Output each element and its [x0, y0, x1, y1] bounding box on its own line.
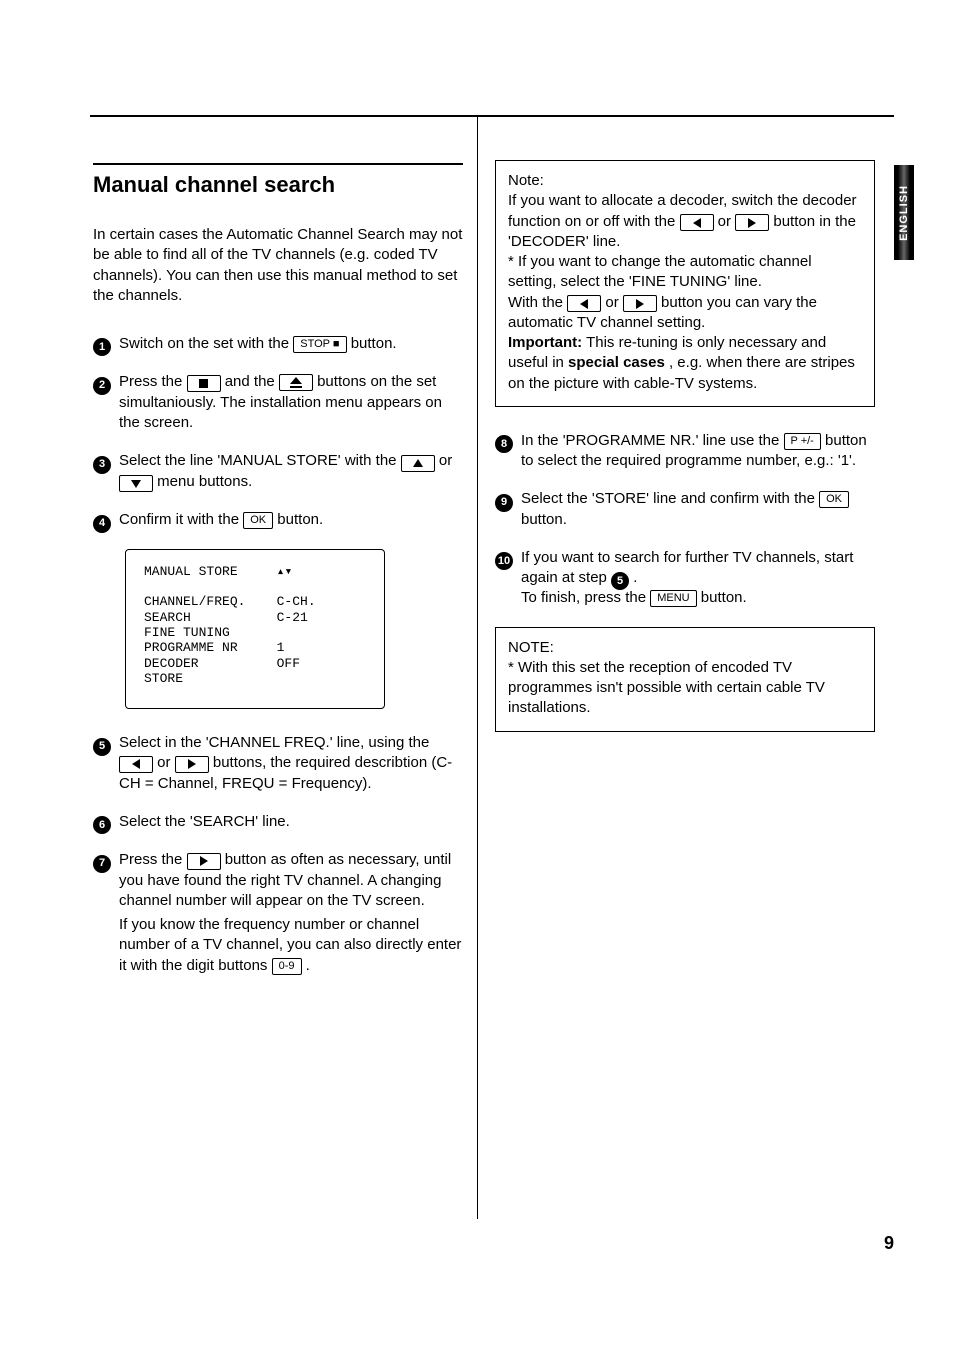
step-number-2: 2 — [93, 377, 111, 395]
top-rule — [90, 115, 894, 117]
step-4-text-b: button. — [277, 511, 323, 528]
eject-icon — [279, 374, 313, 391]
step-3: 3 Select the line 'MANUAL STORE' with th… — [93, 451, 463, 492]
step-2: 2 Press the and the buttons on the set s… — [93, 372, 463, 433]
down-arrow-icon — [119, 475, 153, 492]
step-2-text-b: and the — [225, 373, 279, 390]
step-7-text-d: . — [306, 957, 310, 974]
right-column: Note: If you want to allocate a decoder,… — [495, 160, 875, 756]
right-arrow-icon-3 — [735, 214, 769, 231]
note2-title: NOTE: — [508, 638, 862, 658]
up-arrow-icon — [401, 455, 435, 472]
note1-title: Note: — [508, 171, 862, 191]
step-number-9: 9 — [495, 494, 513, 512]
step-5: 5 Select in the 'CHANNEL FREQ.' line, us… — [93, 733, 463, 794]
page: Manual channel search In certain cases t… — [0, 0, 954, 1349]
step-1: 1 Switch on the set with the STOP ■ butt… — [93, 334, 463, 354]
step-1-text-a: Switch on the set with the — [119, 335, 293, 352]
note1-e: With the — [508, 294, 567, 311]
language-tab: ENGLISH — [894, 165, 914, 260]
step-number-10: 10 — [495, 552, 513, 570]
step-number-5: 5 — [93, 738, 111, 756]
step-number-8: 8 — [495, 435, 513, 453]
step-10-text-b: . — [633, 569, 637, 586]
left-arrow-icon — [119, 756, 153, 773]
ok-button-icon: OK — [243, 512, 273, 529]
step-8: 8 In the 'PROGRAMME NR.' line use the P … — [495, 431, 875, 472]
note1-special-cases: special cases — [568, 354, 665, 371]
right-arrow-icon-2 — [187, 853, 221, 870]
step-6-text: Select the 'SEARCH' line. — [119, 813, 290, 830]
intro-paragraph: In certain cases the Automatic Channel S… — [93, 225, 463, 306]
left-arrow-icon-2 — [680, 214, 714, 231]
title-rule — [93, 163, 463, 165]
stop-square-icon — [187, 375, 221, 392]
step-4-text-a: Confirm it with the — [119, 511, 243, 528]
step-number-1: 1 — [93, 338, 111, 356]
column-divider — [477, 115, 478, 1219]
left-arrow-icon-3 — [567, 295, 601, 312]
step-5-text-a: Select in the 'CHANNEL FREQ.' line, usin… — [119, 734, 429, 751]
note1-d: * If you want to change the automatic ch… — [508, 252, 862, 293]
language-tab-text: ENGLISH — [898, 185, 910, 241]
right-arrow-icon — [175, 756, 209, 773]
step-number-6: 6 — [93, 816, 111, 834]
step-3-text-b: or — [439, 452, 452, 469]
note2-body: * With this set the reception of encoded… — [508, 658, 862, 719]
step-10-text-d: button. — [701, 589, 747, 606]
step-8-text-a: In the 'PROGRAMME NR.' line use the — [521, 432, 784, 449]
step-2-text-a: Press the — [119, 373, 187, 390]
step-9: 9 Select the 'STORE' line and confirm wi… — [495, 489, 875, 530]
right-arrow-icon-4 — [623, 295, 657, 312]
step-10-text-a: If you want to search for further TV cha… — [521, 549, 853, 586]
step-9-text-a: Select the 'STORE' line and confirm with… — [521, 490, 819, 507]
step-7-text-a: Press the — [119, 851, 187, 868]
on-screen-menu: MANUAL STORE ▴▾ CHANNEL/FREQ. C-CH. SEAR… — [125, 549, 385, 710]
step-number-7: 7 — [93, 855, 111, 873]
note1-f: or — [605, 294, 623, 311]
page-title: Manual channel search — [93, 172, 335, 198]
left-column: In certain cases the Automatic Channel S… — [93, 225, 463, 994]
stop-button-icon: STOP ■ — [293, 336, 346, 353]
step-6: 6 Select the 'SEARCH' line. — [93, 812, 463, 832]
note1-important-label: Important: — [508, 334, 582, 351]
p-plus-minus-icon: P +/- — [784, 433, 821, 450]
page-number: 9 — [884, 1233, 894, 1254]
note1-b: or — [718, 213, 736, 230]
step-7-cont: If you know the frequency number or chan… — [93, 915, 463, 976]
step-number-4: 4 — [93, 515, 111, 533]
step-number-3: 3 — [93, 456, 111, 474]
step-10-text-c: To finish, press the — [521, 589, 650, 606]
step-3-text-c: menu buttons. — [157, 473, 252, 490]
note-box-1: Note: If you want to allocate a decoder,… — [495, 160, 875, 407]
step-5-text-b: or — [157, 754, 175, 771]
note-box-2: NOTE: * With this set the reception of e… — [495, 627, 875, 732]
step-9-text-b: button. — [521, 511, 567, 528]
step-1-text-b: button. — [351, 335, 397, 352]
ok-button-icon-2: OK — [819, 491, 849, 508]
step-3-text-a: Select the line 'MANUAL STORE' with the — [119, 452, 401, 469]
digit-buttons-icon: 0-9 — [272, 958, 302, 975]
step-10: 10 If you want to search for further TV … — [495, 548, 875, 609]
step-4: 4 Confirm it with the OK button. — [93, 510, 463, 530]
step-ref-5: 5 — [611, 572, 629, 590]
menu-button-icon: MENU — [650, 590, 696, 607]
step-7: 7 Press the button as often as necessary… — [93, 850, 463, 911]
